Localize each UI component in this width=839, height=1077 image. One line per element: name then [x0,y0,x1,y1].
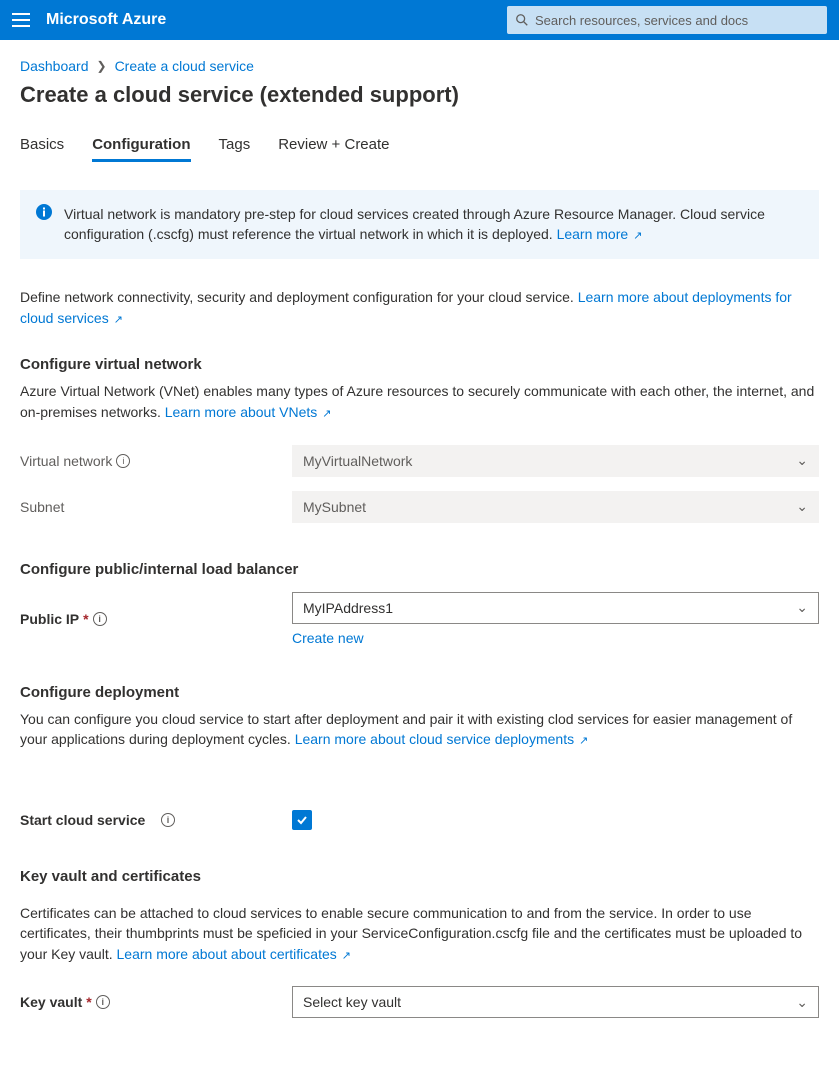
info-icon [36,204,52,245]
info-text: Virtual network is mandatory pre-step fo… [64,206,765,242]
tab-configuration[interactable]: Configuration [92,136,190,162]
page-title: Create a cloud service (extended support… [20,82,819,108]
global-search[interactable] [507,6,827,34]
deploy-learn-more-link[interactable]: Learn more about cloud service deploymen… [295,731,589,747]
start-service-label: Start cloud service i [20,812,292,828]
public-ip-value: MyIPAddress1 [303,600,393,616]
start-service-checkbox[interactable] [292,810,312,830]
kv-learn-more-link[interactable]: Learn more about about certificates ↗ [117,946,352,962]
section-key-vault: Key vault and certificates Certificates … [20,868,819,1019]
key-vault-dropdown[interactable]: Select key vault ⌄ [292,986,819,1018]
subnet-value: MySubnet [303,499,366,515]
vnet-heading: Configure virtual network [20,356,819,373]
chevron-right-icon: ❯ [97,59,107,73]
section-virtual-network: Configure virtual network Azure Virtual … [20,356,819,522]
intro-text: Define network connectivity, security an… [20,289,578,305]
chevron-down-icon: ⌄ [796,994,808,1011]
virtual-network-dropdown: MyVirtualNetwork ⌄ [292,445,819,477]
search-input[interactable] [535,13,819,28]
menu-icon[interactable] [12,13,30,27]
external-link-icon: ↗ [630,230,642,242]
brand-label: Microsoft Azure [46,11,166,29]
info-tooltip-icon[interactable]: i [93,612,107,626]
tab-review-create[interactable]: Review + Create [278,136,389,162]
vnet-desc: Azure Virtual Network (VNet) enables man… [20,383,814,419]
deploy-heading: Configure deployment [20,684,819,701]
chevron-down-icon: ⌄ [796,599,808,616]
chevron-down-icon: ⌄ [796,498,808,515]
kv-heading: Key vault and certificates [20,868,819,885]
section-load-balancer: Configure public/internal load balancer … [20,561,819,646]
tab-tags[interactable]: Tags [219,136,251,162]
info-tooltip-icon[interactable]: i [161,813,175,827]
breadcrumb: Dashboard ❯ Create a cloud service [20,58,819,74]
external-link-icon: ↗ [339,950,351,962]
section-deployment: Configure deployment You can configure y… [20,684,819,830]
info-tooltip-icon[interactable]: i [116,454,130,468]
lb-heading: Configure public/internal load balancer [20,561,819,578]
external-link-icon: ↗ [576,735,588,747]
top-bar: Microsoft Azure [0,0,839,40]
vnet-learn-more-link[interactable]: Learn more about VNets ↗ [165,404,332,420]
subnet-label: Subnet [20,499,292,515]
vnet-label: Virtual network i [20,453,292,469]
breadcrumb-current[interactable]: Create a cloud service [115,58,254,74]
key-vault-value: Select key vault [303,994,401,1010]
info-tooltip-icon[interactable]: i [96,995,110,1009]
search-icon [515,13,529,27]
external-link-icon: ↗ [319,408,331,420]
subnet-dropdown: MySubnet ⌄ [292,491,819,523]
key-vault-label: Key vault * i [20,994,292,1010]
info-learn-more-link[interactable]: Learn more ↗ [557,226,643,242]
virtual-network-value: MyVirtualNetwork [303,453,412,469]
breadcrumb-dashboard[interactable]: Dashboard [20,58,89,74]
create-new-link[interactable]: Create new [292,630,364,646]
tab-basics[interactable]: Basics [20,136,64,162]
tab-strip: Basics Configuration Tags Review + Creat… [20,136,819,162]
public-ip-label: Public IP * i [20,611,292,627]
info-banner: Virtual network is mandatory pre-step fo… [20,190,819,259]
chevron-down-icon: ⌄ [796,452,808,469]
public-ip-dropdown[interactable]: MyIPAddress1 ⌄ [292,592,819,624]
external-link-icon: ↗ [111,314,123,326]
